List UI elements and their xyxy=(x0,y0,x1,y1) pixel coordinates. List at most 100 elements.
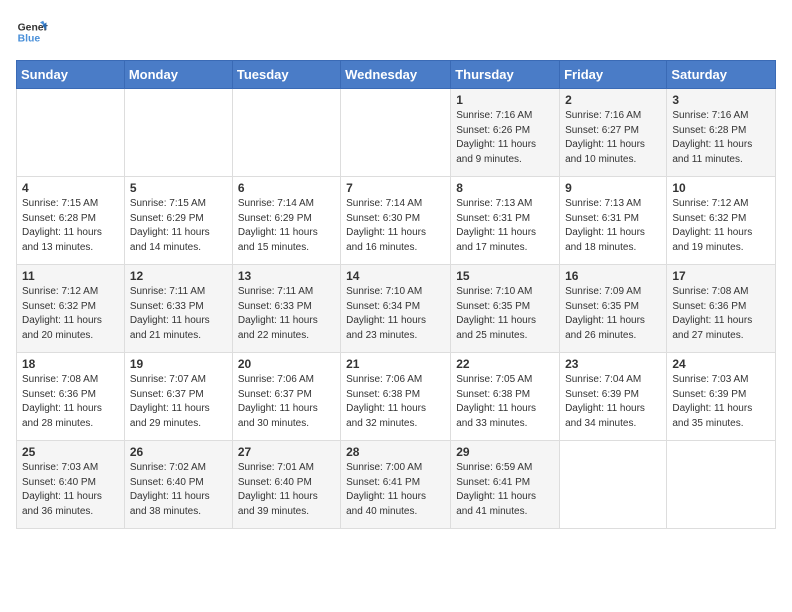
day-number: 26 xyxy=(130,445,227,459)
day-number: 19 xyxy=(130,357,227,371)
day-number: 6 xyxy=(238,181,335,195)
day-info: Sunrise: 7:02 AM Sunset: 6:40 PM Dayligh… xyxy=(130,461,227,519)
svg-text:Blue: Blue xyxy=(18,34,41,45)
day-info: Sunrise: 7:09 AM Sunset: 6:35 PM Dayligh… xyxy=(565,285,661,343)
day-cell: 15Sunrise: 7:10 AM Sunset: 6:35 PM Dayli… xyxy=(451,265,560,353)
day-cell xyxy=(667,441,776,529)
day-cell: 24 Sunrise: 7:03 AM Sunset: 6:39 PM Dayli… xyxy=(667,353,776,441)
day-info: Sunrise: 7:05 AM Sunset: 6:38 PM Dayligh… xyxy=(456,373,554,431)
day-number: 4 xyxy=(22,181,119,195)
day-number: 24 xyxy=(672,357,770,371)
day-number: 12 xyxy=(130,269,227,283)
week-row-4: 18 Sunrise: 7:08 AM Sunset: 6:36 PM Dayli… xyxy=(17,353,776,441)
day-number: 20 xyxy=(238,357,335,371)
day-number: 9 xyxy=(565,181,661,195)
day-cell xyxy=(232,89,340,177)
day-cell: 21 Sunrise: 7:06 AM Sunset: 6:38 PM Dayli… xyxy=(341,353,451,441)
day-number: 13 xyxy=(238,269,335,283)
day-info: Sunrise: 7:12 AM Sunset: 6:32 PM Dayligh… xyxy=(672,197,770,255)
header-cell-thursday: Thursday xyxy=(451,61,560,89)
day-cell: 5 Sunrise: 7:15 AM Sunset: 6:29 PM Daylig… xyxy=(124,177,232,265)
day-cell: 18 Sunrise: 7:08 AM Sunset: 6:36 PM Dayli… xyxy=(17,353,125,441)
day-info: Sunrise: 7:15 AM Sunset: 6:28 PM Dayligh… xyxy=(22,197,119,255)
day-number: 8 xyxy=(456,181,554,195)
day-info: Sunrise: 7:07 AM Sunset: 6:37 PM Dayligh… xyxy=(130,373,227,431)
day-info: Sunrise: 7:10 AM Sunset: 6:34 PM Dayligh… xyxy=(346,285,445,343)
week-row-5: 25Sunrise: 7:03 AM Sunset: 6:40 PM Dayli… xyxy=(17,441,776,529)
day-number: 14 xyxy=(346,269,445,283)
day-cell: 26 Sunrise: 7:02 AM Sunset: 6:40 PM Dayli… xyxy=(124,441,232,529)
header-cell-monday: Monday xyxy=(124,61,232,89)
day-info: Sunrise: 6:59 AM Sunset: 6:41 PM Dayligh… xyxy=(456,461,554,519)
day-info: Sunrise: 7:00 AM Sunset: 6:41 PM Dayligh… xyxy=(346,461,445,519)
day-cell: 17 Sunrise: 7:08 AM Sunset: 6:36 PM Dayli… xyxy=(667,265,776,353)
logo: General Blue xyxy=(16,16,48,48)
day-cell: 9 Sunrise: 7:13 AM Sunset: 6:31 PM Daylig… xyxy=(560,177,667,265)
day-info: Sunrise: 7:16 AM Sunset: 6:26 PM Dayligh… xyxy=(456,109,554,167)
day-info: Sunrise: 7:06 AM Sunset: 6:38 PM Dayligh… xyxy=(346,373,445,431)
day-number: 2 xyxy=(565,93,661,107)
day-number: 1 xyxy=(456,93,554,107)
week-row-1: 1 Sunrise: 7:16 AM Sunset: 6:26 PM Daylig… xyxy=(17,89,776,177)
day-number: 27 xyxy=(238,445,335,459)
day-info: Sunrise: 7:03 AM Sunset: 6:40 PM Dayligh… xyxy=(22,461,119,519)
day-number: 23 xyxy=(565,357,661,371)
day-cell: 2 Sunrise: 7:16 AM Sunset: 6:27 PM Daylig… xyxy=(560,89,667,177)
day-number: 5 xyxy=(130,181,227,195)
day-number: 7 xyxy=(346,181,445,195)
day-info: Sunrise: 7:10 AM Sunset: 6:35 PM Dayligh… xyxy=(456,285,554,343)
day-cell: 16 Sunrise: 7:09 AM Sunset: 6:35 PM Dayli… xyxy=(560,265,667,353)
calendar-table: SundayMondayTuesdayWednesdayThursdayFrid… xyxy=(16,60,776,529)
header-row: SundayMondayTuesdayWednesdayThursdayFrid… xyxy=(17,61,776,89)
week-row-2: 4 Sunrise: 7:15 AM Sunset: 6:28 PM Daylig… xyxy=(17,177,776,265)
day-info: Sunrise: 7:08 AM Sunset: 6:36 PM Dayligh… xyxy=(22,373,119,431)
day-number: 10 xyxy=(672,181,770,195)
page-header: General Blue xyxy=(16,16,776,48)
day-cell: 29 Sunrise: 6:59 AM Sunset: 6:41 PM Dayli… xyxy=(451,441,560,529)
day-number: 3 xyxy=(672,93,770,107)
day-info: Sunrise: 7:11 AM Sunset: 6:33 PM Dayligh… xyxy=(130,285,227,343)
day-number: 28 xyxy=(346,445,445,459)
day-cell: 10 Sunrise: 7:12 AM Sunset: 6:32 PM Dayli… xyxy=(667,177,776,265)
day-info: Sunrise: 7:01 AM Sunset: 6:40 PM Dayligh… xyxy=(238,461,335,519)
day-cell: 19 Sunrise: 7:07 AM Sunset: 6:37 PM Dayli… xyxy=(124,353,232,441)
day-cell: 3 Sunrise: 7:16 AM Sunset: 6:28 PM Daylig… xyxy=(667,89,776,177)
day-cell xyxy=(124,89,232,177)
day-number: 18 xyxy=(22,357,119,371)
day-info: Sunrise: 7:14 AM Sunset: 6:29 PM Dayligh… xyxy=(238,197,335,255)
week-row-3: 11Sunrise: 7:12 AM Sunset: 6:32 PM Dayli… xyxy=(17,265,776,353)
day-info: Sunrise: 7:13 AM Sunset: 6:31 PM Dayligh… xyxy=(565,197,661,255)
day-info: Sunrise: 7:11 AM Sunset: 6:33 PM Dayligh… xyxy=(238,285,335,343)
day-cell: 7 Sunrise: 7:14 AM Sunset: 6:30 PM Daylig… xyxy=(341,177,451,265)
day-number: 21 xyxy=(346,357,445,371)
day-info: Sunrise: 7:03 AM Sunset: 6:39 PM Dayligh… xyxy=(672,373,770,431)
day-info: Sunrise: 7:16 AM Sunset: 6:27 PM Dayligh… xyxy=(565,109,661,167)
day-info: Sunrise: 7:04 AM Sunset: 6:39 PM Dayligh… xyxy=(565,373,661,431)
header-cell-saturday: Saturday xyxy=(667,61,776,89)
day-cell: 4 Sunrise: 7:15 AM Sunset: 6:28 PM Daylig… xyxy=(17,177,125,265)
header-cell-friday: Friday xyxy=(560,61,667,89)
day-info: Sunrise: 7:13 AM Sunset: 6:31 PM Dayligh… xyxy=(456,197,554,255)
day-cell: 23 Sunrise: 7:04 AM Sunset: 6:39 PM Dayli… xyxy=(560,353,667,441)
day-cell: 8 Sunrise: 7:13 AM Sunset: 6:31 PM Daylig… xyxy=(451,177,560,265)
day-number: 29 xyxy=(456,445,554,459)
day-cell: 14 Sunrise: 7:10 AM Sunset: 6:34 PM Dayli… xyxy=(341,265,451,353)
day-cell xyxy=(17,89,125,177)
day-info: Sunrise: 7:06 AM Sunset: 6:37 PM Dayligh… xyxy=(238,373,335,431)
day-cell: 12 Sunrise: 7:11 AM Sunset: 6:33 PM Dayli… xyxy=(124,265,232,353)
day-info: Sunrise: 7:08 AM Sunset: 6:36 PM Dayligh… xyxy=(672,285,770,343)
header-cell-tuesday: Tuesday xyxy=(232,61,340,89)
day-number: 22 xyxy=(456,357,554,371)
day-cell: 6 Sunrise: 7:14 AM Sunset: 6:29 PM Daylig… xyxy=(232,177,340,265)
day-info: Sunrise: 7:16 AM Sunset: 6:28 PM Dayligh… xyxy=(672,109,770,167)
logo-icon: General Blue xyxy=(16,16,48,48)
day-cell: 1 Sunrise: 7:16 AM Sunset: 6:26 PM Daylig… xyxy=(451,89,560,177)
day-number: 16 xyxy=(565,269,661,283)
day-cell: 28 Sunrise: 7:00 AM Sunset: 6:41 PM Dayli… xyxy=(341,441,451,529)
day-number: 17 xyxy=(672,269,770,283)
day-info: Sunrise: 7:14 AM Sunset: 6:30 PM Dayligh… xyxy=(346,197,445,255)
day-cell: 22 Sunrise: 7:05 AM Sunset: 6:38 PM Dayli… xyxy=(451,353,560,441)
day-cell xyxy=(341,89,451,177)
day-cell: 20 Sunrise: 7:06 AM Sunset: 6:37 PM Dayli… xyxy=(232,353,340,441)
day-info: Sunrise: 7:15 AM Sunset: 6:29 PM Dayligh… xyxy=(130,197,227,255)
